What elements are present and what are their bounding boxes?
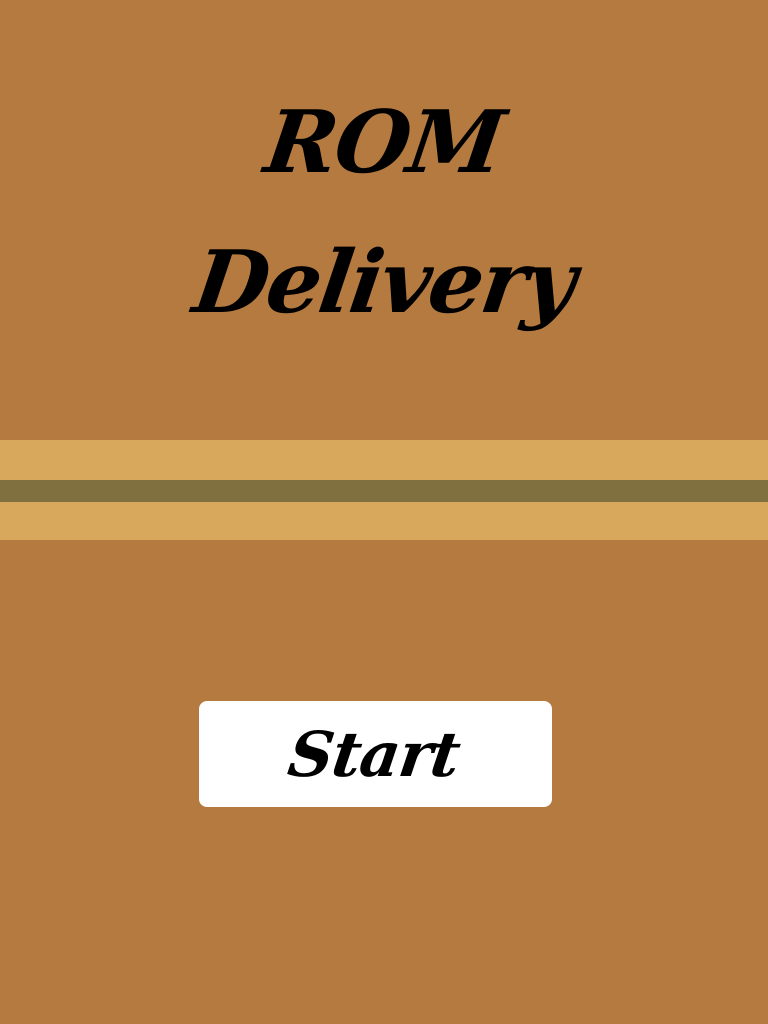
- start-button[interactable]: Start: [199, 701, 552, 807]
- start-button-label: Start: [283, 717, 464, 791]
- decorative-stripe-bottom: [0, 502, 768, 540]
- game-title-line-2: Delivery: [187, 232, 581, 333]
- game-title-line-1: ROM: [259, 92, 509, 193]
- decorative-stripe-top: [0, 440, 768, 480]
- decorative-stripe-middle: [0, 480, 768, 502]
